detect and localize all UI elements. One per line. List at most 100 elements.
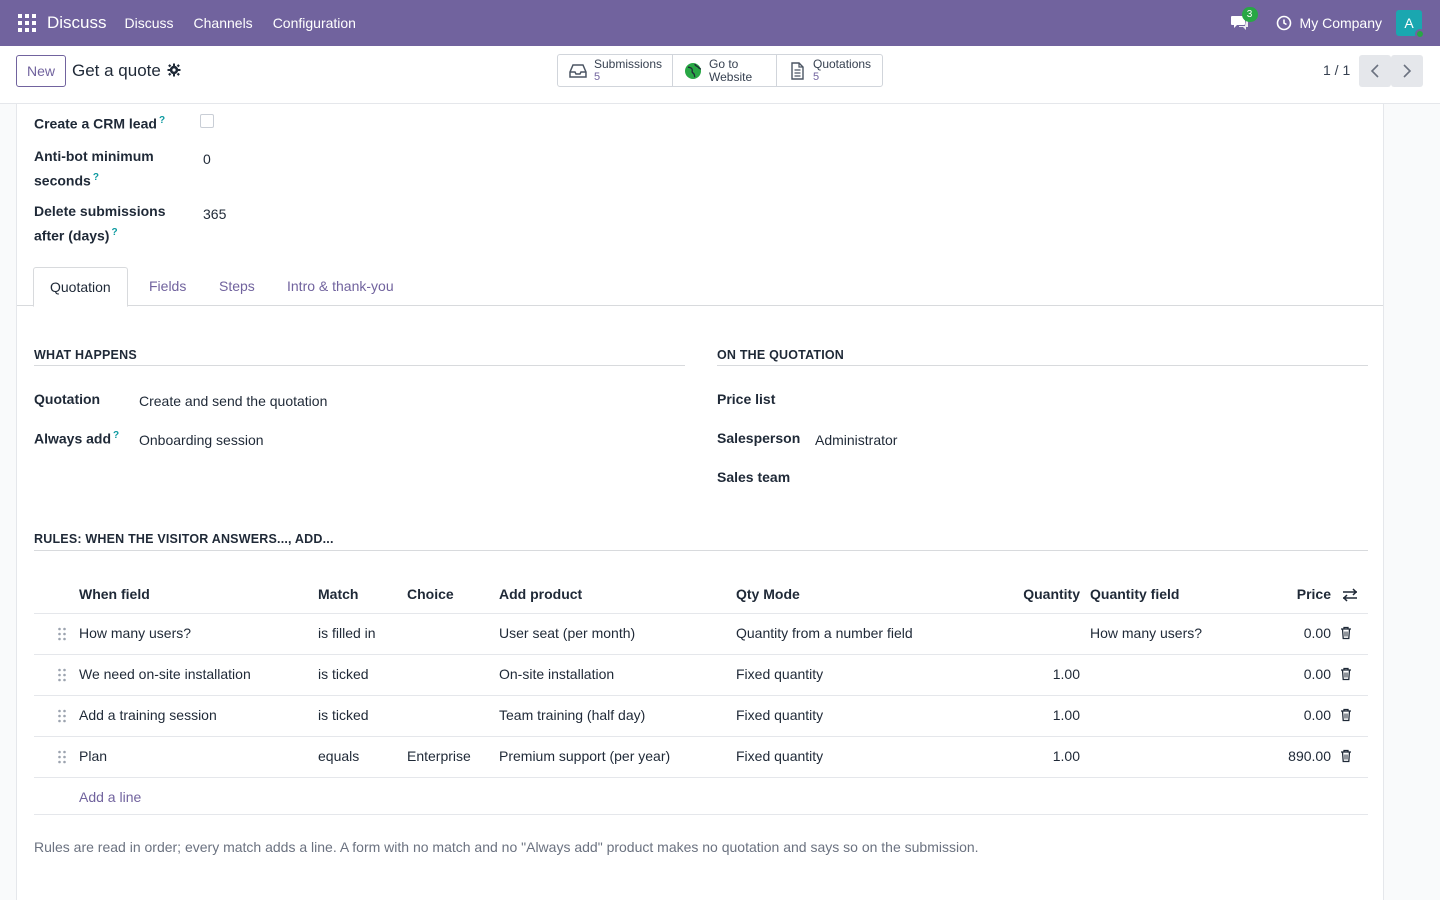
menu-configuration[interactable]: Configuration bbox=[273, 15, 356, 31]
table-row[interactable]: Add a training session is ticked Team tr… bbox=[34, 695, 1368, 736]
antibot-seconds-input[interactable]: 0 bbox=[203, 151, 211, 167]
rules-help-note: Rules are read in order; every match add… bbox=[34, 839, 979, 855]
cell-quantity[interactable]: 1.00 bbox=[980, 696, 1080, 735]
cell-when-field[interactable]: Plan bbox=[79, 737, 107, 776]
col-qty-mode[interactable]: Qty Mode bbox=[736, 575, 800, 613]
quotation-mode-select[interactable]: Create and send the quotation bbox=[139, 393, 327, 409]
always-add-field[interactable]: Onboarding session bbox=[139, 432, 264, 448]
cell-add-product[interactable]: User seat (per month) bbox=[499, 614, 635, 653]
on-quotation-title: ON THE QUOTATION bbox=[717, 348, 845, 362]
go-to-label: Go to bbox=[709, 56, 739, 71]
cell-match[interactable]: is filled in bbox=[318, 614, 376, 653]
delete-days-input[interactable]: 365 bbox=[203, 206, 226, 222]
price-list-label: Price list bbox=[717, 391, 776, 407]
cell-match[interactable]: is ticked bbox=[318, 696, 369, 735]
drag-handle-icon[interactable] bbox=[57, 750, 67, 764]
gear-icon[interactable] bbox=[167, 63, 181, 77]
help-tooltip-icon[interactable]: ? bbox=[93, 172, 99, 183]
cell-qty-mode[interactable]: Fixed quantity bbox=[736, 655, 823, 694]
submissions-count: 5 bbox=[593, 70, 601, 83]
cell-price[interactable]: 0.00 bbox=[1234, 655, 1331, 694]
trash-icon[interactable] bbox=[1340, 626, 1352, 640]
submissions-smart-button[interactable]: Submissions 5 bbox=[558, 55, 673, 86]
trash-icon[interactable] bbox=[1340, 667, 1352, 681]
cell-qty-mode[interactable]: Fixed quantity bbox=[736, 737, 823, 776]
optional-columns-icon[interactable] bbox=[1342, 588, 1358, 602]
crm-lead-checkbox[interactable] bbox=[200, 114, 214, 128]
user-avatar[interactable]: A bbox=[1396, 10, 1425, 39]
cell-when-field[interactable]: How many users? bbox=[79, 614, 191, 653]
cell-quantity[interactable]: 1.00 bbox=[980, 655, 1080, 694]
drag-handle-icon[interactable] bbox=[57, 709, 67, 723]
help-tooltip-icon[interactable]: ? bbox=[113, 430, 119, 441]
drag-handle-icon[interactable] bbox=[57, 668, 67, 682]
cell-match[interactable]: is ticked bbox=[318, 655, 369, 694]
quotations-smart-button[interactable]: Quotations 5 bbox=[777, 55, 882, 86]
table-row[interactable]: Plan equals Enterprise Premium support (… bbox=[34, 736, 1368, 777]
cell-when-field[interactable]: Add a training session bbox=[79, 696, 217, 735]
menu-discuss[interactable]: Discuss bbox=[125, 15, 174, 31]
col-choice[interactable]: Choice bbox=[407, 575, 454, 613]
smart-buttons: Submissions 5 Go to Website Quotations 5 bbox=[557, 54, 883, 87]
website-label: Website bbox=[709, 69, 753, 84]
crm-lead-label: Create a CRM lead? bbox=[34, 115, 166, 132]
table-row[interactable]: How many users? is filled in User seat (… bbox=[34, 613, 1368, 654]
chevron-right-icon bbox=[1403, 64, 1412, 78]
trash-icon[interactable] bbox=[1340, 749, 1352, 763]
pager-next-button[interactable] bbox=[1391, 55, 1423, 87]
globe-icon bbox=[685, 62, 702, 79]
col-quantity-field[interactable]: Quantity field bbox=[1090, 575, 1179, 613]
col-add-product[interactable]: Add product bbox=[499, 575, 582, 613]
help-tooltip-icon[interactable]: ? bbox=[159, 115, 165, 126]
form-sheet: Create a CRM lead? Anti-bot minimum secon… bbox=[16, 104, 1384, 900]
drag-handle-icon[interactable] bbox=[57, 627, 67, 641]
tab-fields[interactable]: Fields bbox=[133, 267, 202, 306]
messages-icon[interactable]: 3 bbox=[1230, 7, 1258, 32]
top-navbar: Discuss Discuss Channels Configuration 3… bbox=[0, 0, 1440, 46]
messages-count-badge: 3 bbox=[1241, 7, 1258, 22]
cell-qty-mode[interactable]: Quantity from a number field bbox=[736, 614, 913, 653]
salesperson-field[interactable]: Administrator bbox=[815, 432, 897, 448]
app-brand[interactable]: Discuss bbox=[47, 13, 107, 33]
activity-clock-icon[interactable] bbox=[1276, 15, 1292, 31]
cell-when-field[interactable]: We need on-site installation bbox=[79, 655, 251, 694]
always-add-label: Always add? bbox=[34, 430, 120, 447]
online-status-dot bbox=[1415, 29, 1425, 39]
section-divider bbox=[34, 550, 1368, 551]
chevron-left-icon bbox=[1370, 64, 1379, 78]
trash-icon[interactable] bbox=[1340, 708, 1352, 722]
rules-title: RULES: WHEN THE VISITOR ANSWERS..., ADD.… bbox=[34, 532, 334, 546]
help-tooltip-icon[interactable]: ? bbox=[111, 227, 117, 238]
cell-price[interactable]: 890.00 bbox=[1234, 737, 1331, 776]
tab-quotation[interactable]: Quotation bbox=[33, 267, 128, 307]
go-to-website-smart-button[interactable]: Go to Website bbox=[673, 55, 777, 86]
col-quantity[interactable]: Quantity bbox=[980, 575, 1080, 613]
cell-quantity-field[interactable]: How many users? bbox=[1090, 614, 1202, 653]
new-button[interactable]: New bbox=[16, 55, 67, 87]
cell-choice[interactable]: Enterprise bbox=[407, 737, 471, 776]
cell-match[interactable]: equals bbox=[318, 737, 359, 776]
col-price[interactable]: Price bbox=[1234, 575, 1331, 613]
avatar-letter: A bbox=[1404, 15, 1414, 31]
pager-previous-button[interactable] bbox=[1359, 55, 1391, 87]
company-switcher[interactable]: My Company bbox=[1300, 15, 1382, 31]
cell-add-product[interactable]: Premium support (per year) bbox=[499, 737, 670, 776]
cell-add-product[interactable]: On-site installation bbox=[499, 655, 614, 694]
apps-grid-icon[interactable] bbox=[18, 14, 36, 32]
section-divider bbox=[717, 365, 1368, 366]
cell-price[interactable]: 0.00 bbox=[1234, 614, 1331, 653]
submissions-label: Submissions bbox=[593, 56, 662, 71]
tab-steps[interactable]: Steps bbox=[203, 267, 271, 306]
cell-add-product[interactable]: Team training (half day) bbox=[499, 696, 645, 735]
cell-price[interactable]: 0.00 bbox=[1234, 696, 1331, 735]
cell-qty-mode[interactable]: Fixed quantity bbox=[736, 696, 823, 735]
col-match[interactable]: Match bbox=[318, 575, 358, 613]
menu-channels[interactable]: Channels bbox=[194, 15, 253, 31]
col-when-field[interactable]: When field bbox=[79, 575, 150, 613]
tab-intro-thank-you[interactable]: Intro & thank-you bbox=[271, 267, 410, 306]
add-a-line-link[interactable]: Add a line bbox=[79, 778, 141, 816]
cell-quantity[interactable]: 1.00 bbox=[980, 737, 1080, 776]
table-row[interactable]: We need on-site installation is ticked O… bbox=[34, 654, 1368, 695]
inbox-tray-icon bbox=[569, 63, 587, 78]
pager-value[interactable]: 1 / 1 bbox=[1323, 62, 1350, 78]
